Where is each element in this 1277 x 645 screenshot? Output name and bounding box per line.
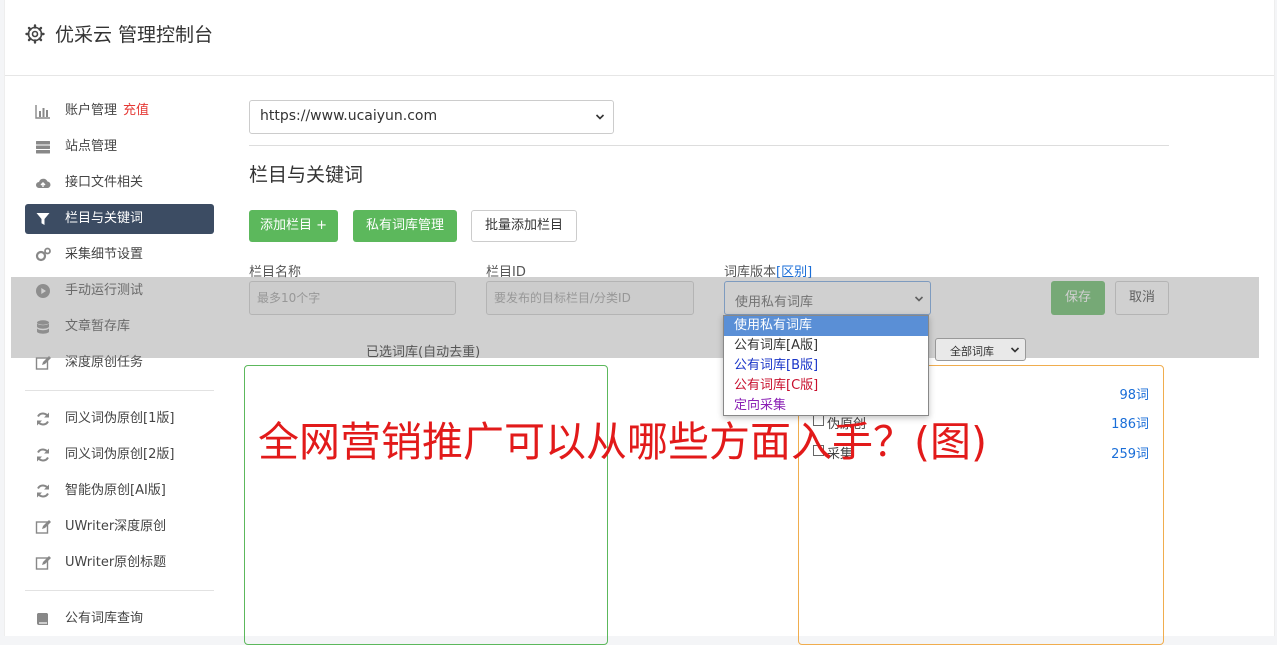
sidebar-item-label: UWriter深度原创 [65, 519, 167, 534]
bar-chart-icon [35, 105, 50, 119]
edit-icon [35, 556, 51, 570]
book-icon [37, 613, 48, 625]
private-library-button[interactable]: 私有词库管理 [353, 210, 457, 242]
sidebar-item-label: 站点管理 [65, 139, 118, 154]
sidebar-item-public-lib-query[interactable]: 公有词库查询 [25, 604, 214, 634]
sidebar-item-ai-rewrite[interactable]: 智能伪原创[AI版] [25, 476, 214, 506]
edit-icon [35, 520, 51, 534]
watermark-text: 全网营销推广可以从哪些方面入手？(图) [258, 418, 987, 466]
sidebar-item-synonym-v2[interactable]: 同义词伪原创[2版] [25, 440, 214, 470]
sidebar-item-label: 采集细节设置 [65, 247, 144, 262]
sidebar-item-label: 接口文件相关 [65, 175, 144, 190]
version-dropdown-list: 使用私有词库 公有词库[A版] 公有词库[B版] 公有词库[C版] 定向采集 [723, 315, 929, 416]
chevron-down-icon [595, 114, 605, 120]
sidebar-item-uwriter-title[interactable]: UWriter原创标题 [25, 548, 214, 578]
chevron-down-icon [1010, 347, 1020, 353]
sidebar-item-label: 栏目与关键词 [65, 211, 144, 226]
gear-icon [25, 24, 45, 44]
version-option-private[interactable]: 使用私有词库 [724, 316, 928, 336]
sidebar-item-uwriter-deep[interactable]: UWriter深度原创 [25, 512, 214, 542]
modal-overlay [11, 277, 1259, 358]
sidebar-item-label: 同义词伪原创[1版] [65, 411, 175, 426]
version-option-targeted[interactable]: 定向采集 [724, 396, 928, 416]
server-icon [36, 141, 50, 154]
version-option-public-b[interactable]: 公有词库[B版] [724, 356, 928, 376]
section-divider [249, 145, 1169, 146]
selected-libraries-label: 已选词库(自动去重) [366, 345, 481, 360]
recharge-badge[interactable]: 充值 [123, 103, 149, 118]
app-title: 优采云 管理控制台 [55, 24, 214, 46]
site-select[interactable]: https://www.ucaiyun.com [249, 100, 614, 134]
filter-icon [36, 213, 50, 225]
refresh-icon [37, 484, 49, 498]
library-count: 98词 [1119, 388, 1149, 403]
refresh-icon [37, 412, 49, 426]
library-filter-select[interactable]: 全部词库 [935, 338, 1026, 361]
sidebar-item-api-files[interactable]: 接口文件相关 [25, 168, 214, 198]
sidebar-item-label: 公有词库查询 [65, 611, 144, 626]
sidebar-item-sites[interactable]: 站点管理 [25, 132, 214, 162]
sidebar-divider [25, 590, 214, 591]
sidebar: 账户管理 充值 站点管理 接口文件相关 栏目与关键词 采集细节设置 手动运行测试 … [25, 96, 214, 640]
library-count: 259词 [1111, 447, 1149, 462]
sidebar-item-label: 同义词伪原创[2版] [65, 447, 175, 462]
sidebar-divider [25, 390, 214, 391]
sidebar-item-account[interactable]: 账户管理 充值 [25, 96, 214, 126]
sidebar-item-synonym-v1[interactable]: 同义词伪原创[1版] [25, 404, 214, 434]
sidebar-item-label: 智能伪原创[AI版] [65, 483, 166, 498]
gears-icon [35, 247, 51, 262]
sidebar-item-label: 账户管理 [65, 103, 118, 118]
add-column-button[interactable]: 添加栏目 + [249, 210, 338, 242]
sidebar-item-columns-keywords[interactable]: 栏目与关键词 [25, 204, 214, 234]
sidebar-item-label: UWriter原创标题 [65, 555, 167, 570]
version-option-public-c[interactable]: 公有词库[C版] [724, 376, 928, 396]
section-title: 栏目与关键词 [249, 164, 364, 186]
batch-add-column-button[interactable]: 批量添加栏目 [471, 210, 577, 242]
cloud-upload-icon [36, 178, 51, 189]
refresh-icon [37, 448, 49, 462]
selected-libraries-pane[interactable] [244, 365, 608, 645]
site-select-value: https://www.ucaiyun.com [260, 108, 438, 124]
library-count: 186词 [1111, 417, 1149, 432]
sidebar-item-collect-settings[interactable]: 采集细节设置 [25, 240, 214, 270]
version-option-public-a[interactable]: 公有词库[A版] [724, 336, 928, 356]
header: 优采云 管理控制台 [5, 0, 1274, 76]
library-filter-value: 全部词库 [950, 345, 994, 358]
